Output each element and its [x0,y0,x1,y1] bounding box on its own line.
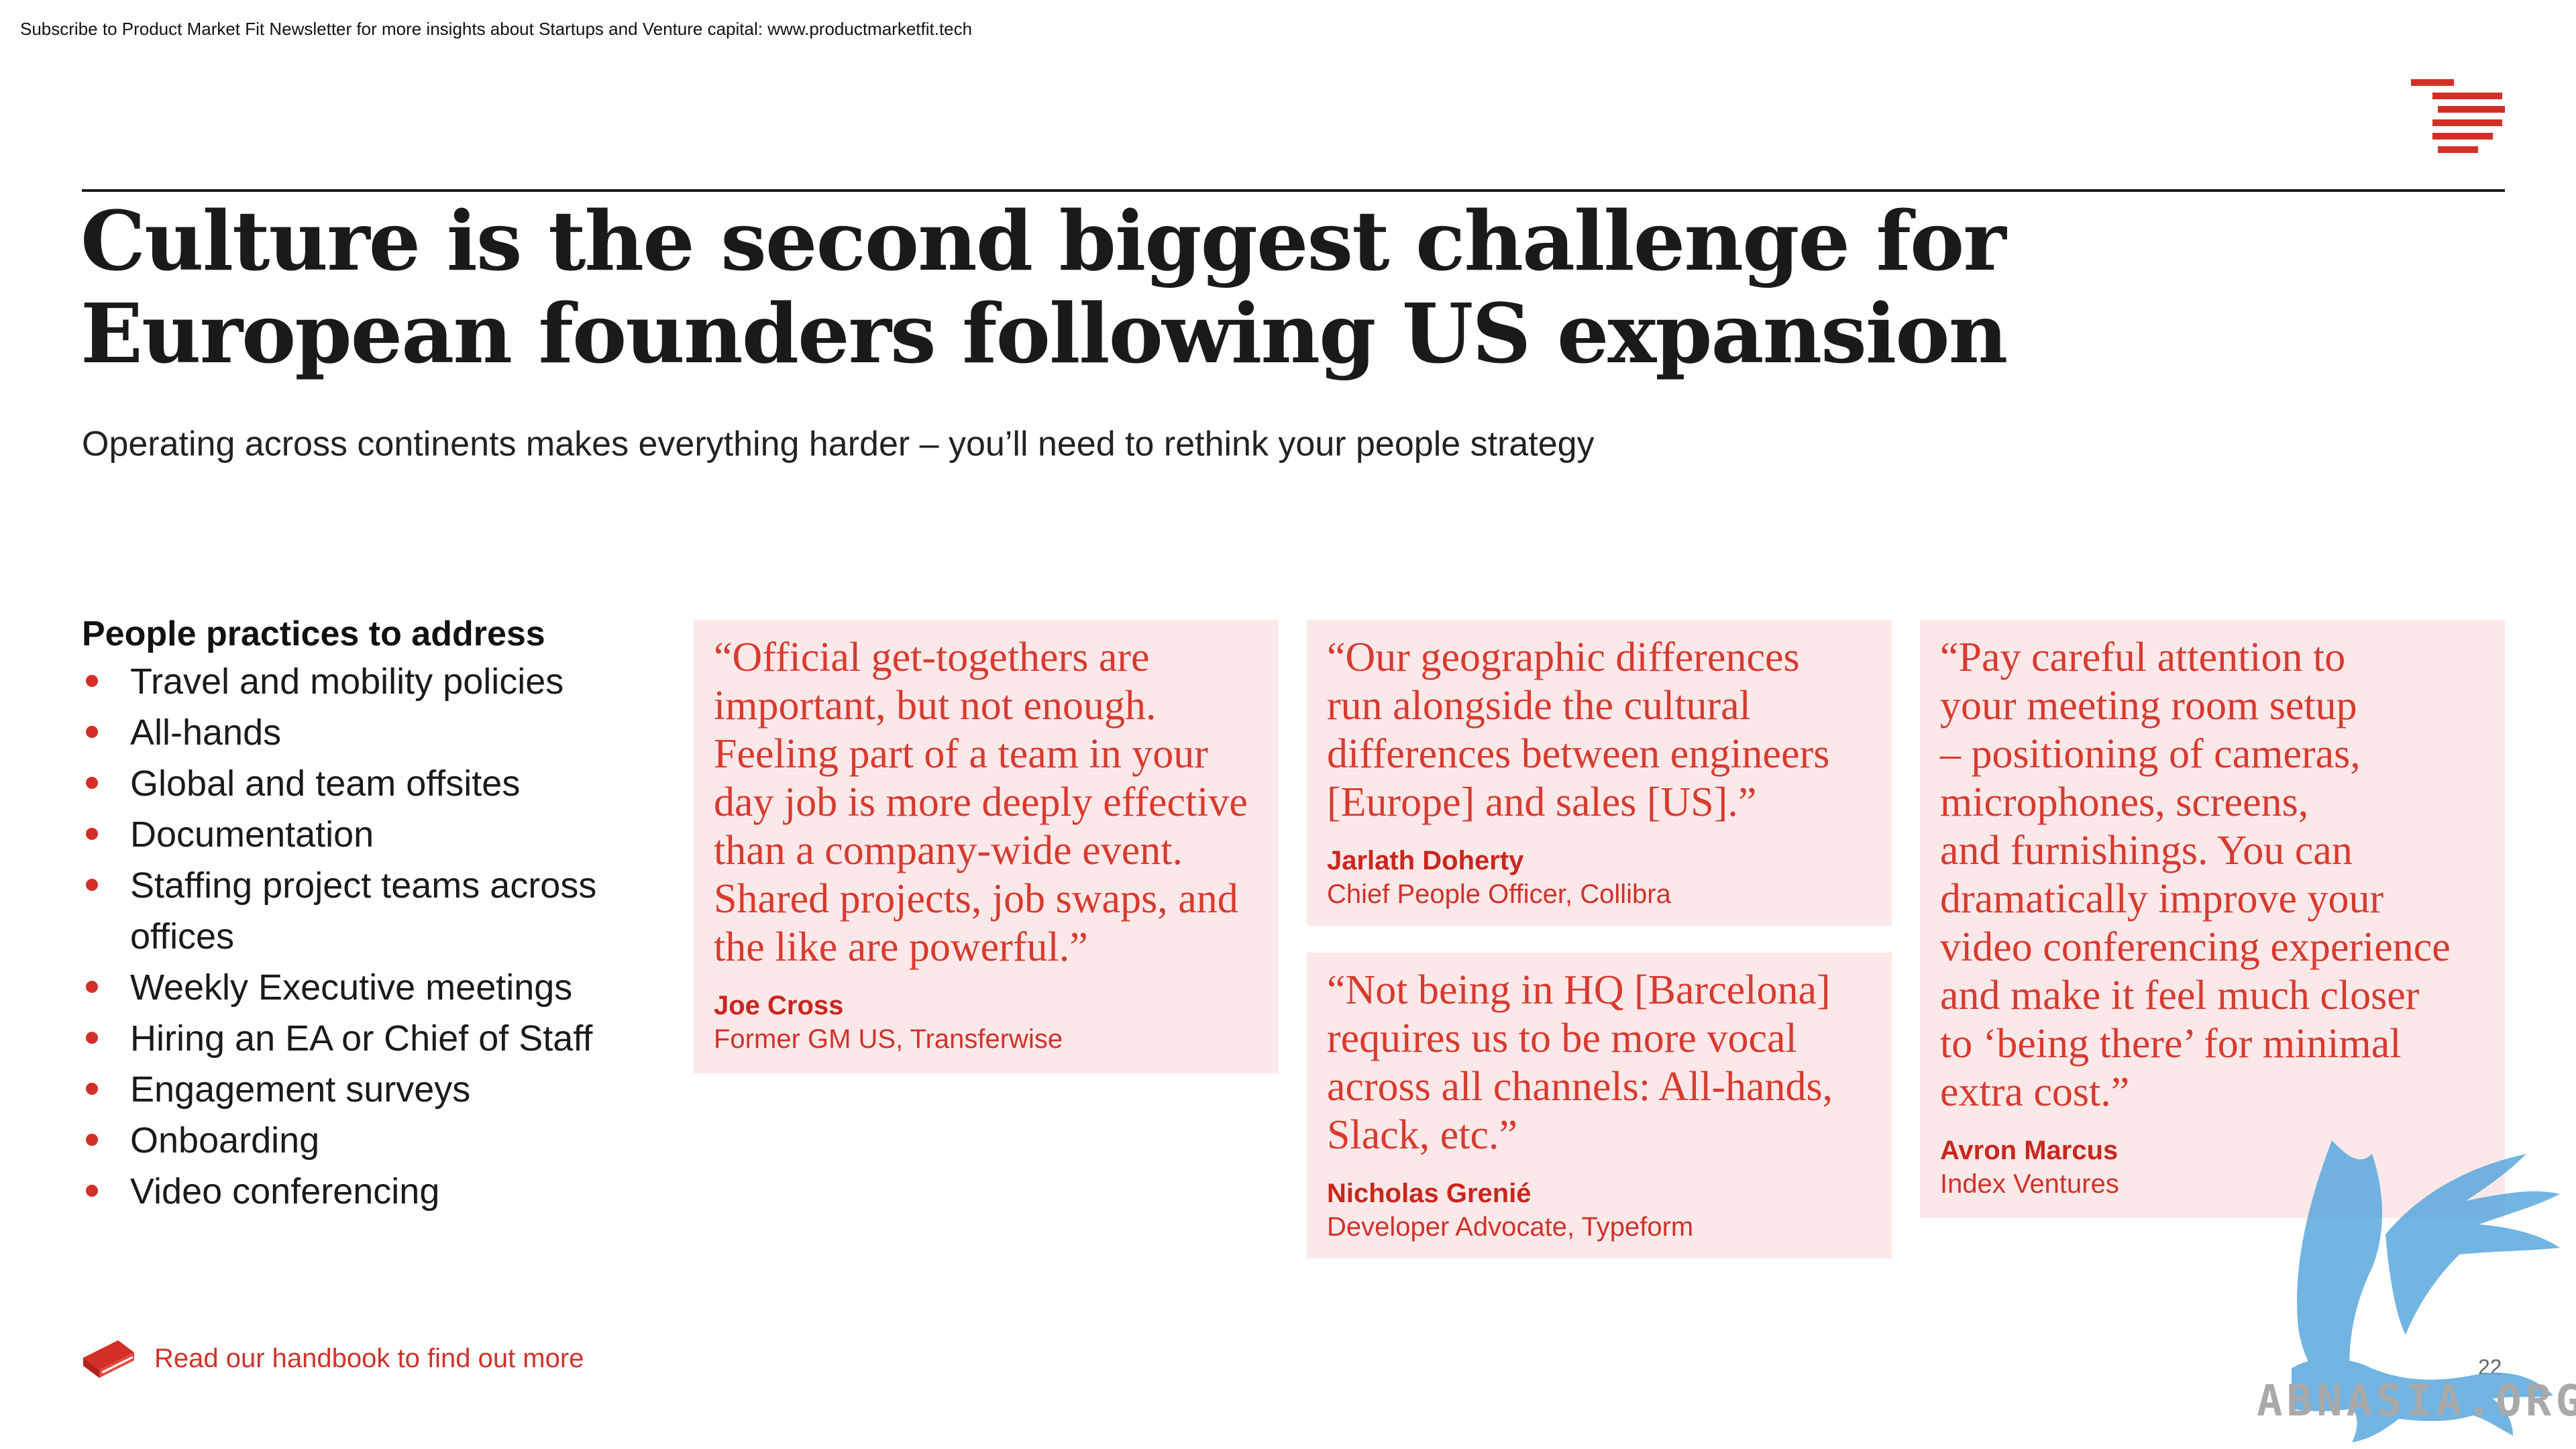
page-title: Culture is the second biggest challenge … [80,193,2008,382]
quote-card-joe-cross: “Official get-togethers are important, b… [694,620,1279,1073]
bullet-icon [86,675,98,687]
quote-author: Nicholas Grenié [1327,1179,1532,1208]
list-item: Travel and mobility policies [82,656,672,707]
list-item: Staffing project teams across offices [82,860,672,962]
list-item: Engagement surveys [82,1064,672,1115]
bullet-icon [86,1083,98,1095]
bullet-icon [86,828,98,840]
quote-author-role: Developer Advocate, Typeform [1327,1212,1694,1242]
practices-heading: People practices to address [82,614,545,653]
quote-text: “Pay careful attention to your meeting r… [1940,635,2451,1115]
quote-text: “Not being in HQ [Barcelona] requires us… [1327,967,1833,1158]
quote-author: Joe Cross [714,991,844,1020]
quote-card-nicholas-grenie: “Not being in HQ [Barcelona] requires us… [1307,953,1892,1258]
quote-author-role: Chief People Officer, Collibra [1327,879,1671,909]
list-item: Hiring an EA or Chief of Staff [82,1013,672,1064]
quote-author: Jarlath Doherty [1327,846,1524,875]
list-item: Global and team offsites [82,758,672,809]
list-item: Documentation [82,809,672,860]
bullet-icon [86,1134,98,1146]
title-line-2: European founders following US expansion [80,285,2008,382]
quote-text: “Official get-togethers are important, b… [714,635,1248,970]
bullet-icon [86,1185,98,1197]
bullet-icon [86,879,98,891]
quote-card-jarlath-doherty: “Our geographic differences run alongsid… [1307,620,1892,926]
header-rule [82,189,2505,192]
practices-list: Travel and mobility policies All-hands G… [82,656,672,1217]
handbook-link-label[interactable]: Read our handbook to find out more [154,1344,584,1374]
page-subtitle: Operating across continents makes everyt… [82,425,1595,464]
people-practices-section: People practices to address Travel and m… [82,612,672,1217]
bullet-icon [86,777,98,789]
quote-text: “Our geographic differences run alongsid… [1327,635,1830,825]
quote-author-role: Former GM US, Transferwise [714,1024,1063,1054]
index-ventures-logo [2411,79,2505,153]
list-item: Weekly Executive meetings [82,962,672,1013]
bullet-icon [86,1032,98,1044]
list-item: Video conferencing [82,1166,672,1217]
newsletter-banner: Subscribe to Product Market Fit Newslett… [20,19,973,39]
bullet-icon [86,726,98,738]
list-item: All-hands [82,707,672,758]
watermark-text: ABNASIA.ORG [2257,1377,2576,1426]
handbook-link[interactable]: Read our handbook to find out more [80,1335,584,1382]
title-line-1: Culture is the second biggest challenge … [80,193,2006,289]
bullet-icon [86,981,98,993]
book-icon [83,1340,134,1378]
list-item: Onboarding [82,1115,672,1166]
